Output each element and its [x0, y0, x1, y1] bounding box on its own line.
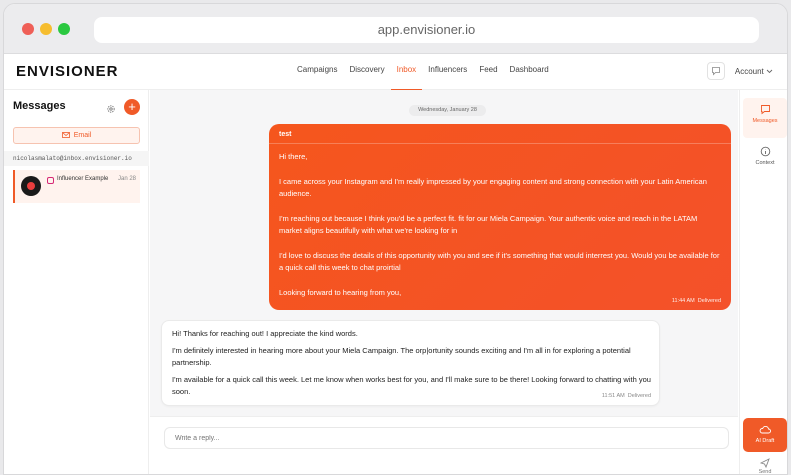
divider [269, 143, 731, 144]
plus-icon: + [128, 99, 136, 114]
email-button[interactable]: Email [13, 127, 140, 144]
avatar [21, 176, 41, 196]
right-toolbar: Messages Context AI Draft Send [739, 90, 787, 475]
conversation-name: Influencer Example [57, 176, 109, 182]
message-time: 11:51 AM [601, 393, 625, 399]
send-button[interactable]: Send [743, 458, 787, 475]
new-message-button[interactable]: + [124, 99, 140, 115]
maximize-window-button[interactable] [58, 23, 70, 35]
message-time: 11:44 AM [671, 298, 695, 304]
logo[interactable]: ENVISIONER [16, 63, 119, 80]
inbox-address: nicolasmalato@inbox.envisioner.io [4, 151, 149, 166]
outgoing-message: test Hi there, I came across your Instag… [269, 124, 731, 310]
message-subject: test [279, 131, 292, 138]
nav-link-campaigns[interactable]: Campaigns [291, 54, 343, 90]
nav-link-feed[interactable]: Feed [473, 54, 503, 90]
messages-sidebar: Messages + Email nicolasmalato@inbox.env… [4, 90, 149, 474]
message-paragraph: I'm definitely interested in hearing mor… [172, 345, 631, 368]
incoming-message: Hi! Thanks for reaching out! I appreciat… [161, 320, 660, 406]
date-separator: Wednesday, January 28 [409, 105, 486, 116]
chat-bubble-button[interactable] [706, 62, 725, 80]
top-nav: ENVISIONER Campaigns Discovery Inbox Inf… [4, 54, 787, 90]
message-paragraph: I'm available for a quick call this week… [172, 374, 651, 397]
gear-icon [107, 105, 115, 113]
message-paragraph: Looking forward to hearing from you, [279, 287, 402, 297]
sidebar-header: Messages + [4, 90, 148, 120]
nav-link-inbox[interactable]: Inbox [390, 54, 423, 90]
instagram-icon [47, 177, 54, 184]
browser-titlebar: app.envisioner.io [4, 4, 787, 54]
message-paragraph: I'm reaching out because I think you'd b… [279, 213, 698, 236]
message-square-icon [760, 105, 770, 115]
sidebar-title: Messages [13, 100, 66, 112]
nav-link-influencers[interactable]: Influencers [422, 54, 473, 90]
message-status: Delivered [627, 393, 651, 399]
ai-draft-label: AI Draft [755, 438, 775, 444]
address-bar[interactable]: app.envisioner.io [94, 17, 759, 43]
context-tab-label: Context [755, 160, 775, 166]
ai-draft-button[interactable]: AI Draft [743, 418, 787, 452]
info-icon [760, 146, 770, 157]
conversation-date: Jan 28 [117, 176, 136, 182]
mail-icon [61, 132, 70, 138]
context-tab[interactable]: Context [743, 140, 787, 180]
messages-tab[interactable]: Messages [743, 98, 787, 138]
composer [150, 416, 738, 474]
messages-tab-label: Messages [752, 118, 778, 124]
message-paragraph: Hi there, [279, 152, 308, 161]
chat-pane: Wednesday, January 28 test Hi there, I c… [150, 90, 738, 474]
account-label: Account [734, 66, 764, 76]
account-menu[interactable]: Account [735, 67, 773, 76]
chevron-down-icon [766, 69, 773, 73]
email-button-label: Email [73, 132, 92, 139]
cloud-icon [759, 426, 771, 434]
send-icon [760, 458, 770, 468]
browser-window: app.envisioner.io ENVISIONER Campaigns D… [3, 3, 788, 475]
nav-right: Account [706, 62, 773, 80]
outgoing-message-body: Hi there, I came across your Instagram a… [279, 151, 721, 311]
nav-links: Campaigns Discovery Inbox Influencers Fe… [291, 54, 555, 90]
message-paragraph: I came across your Instagram and I'm rea… [279, 176, 707, 199]
nav-link-discovery[interactable]: Discovery [343, 54, 390, 90]
message-status: Delivered [697, 298, 721, 304]
settings-button[interactable] [106, 101, 116, 119]
logo-text: ENVISIONER [16, 63, 119, 80]
nav-link-dashboard[interactable]: Dashboard [504, 54, 555, 90]
send-label: Send [758, 469, 772, 475]
message-meta: 11:51 AM Delivered [602, 393, 651, 399]
minimize-window-button[interactable] [40, 23, 52, 35]
message-meta: 11:44 AM Delivered [672, 298, 721, 304]
chat-bubble-icon [711, 67, 720, 76]
reply-input[interactable] [164, 427, 729, 449]
message-paragraph: Hi! Thanks for reaching out! I appreciat… [172, 329, 358, 338]
conversation-item[interactable]: Influencer Example Jan 28 [13, 170, 140, 203]
incoming-message-body: Hi! Thanks for reaching out! I appreciat… [172, 328, 652, 403]
close-window-button[interactable] [22, 23, 34, 35]
message-paragraph: I'd love to discuss the details of this … [279, 250, 720, 273]
